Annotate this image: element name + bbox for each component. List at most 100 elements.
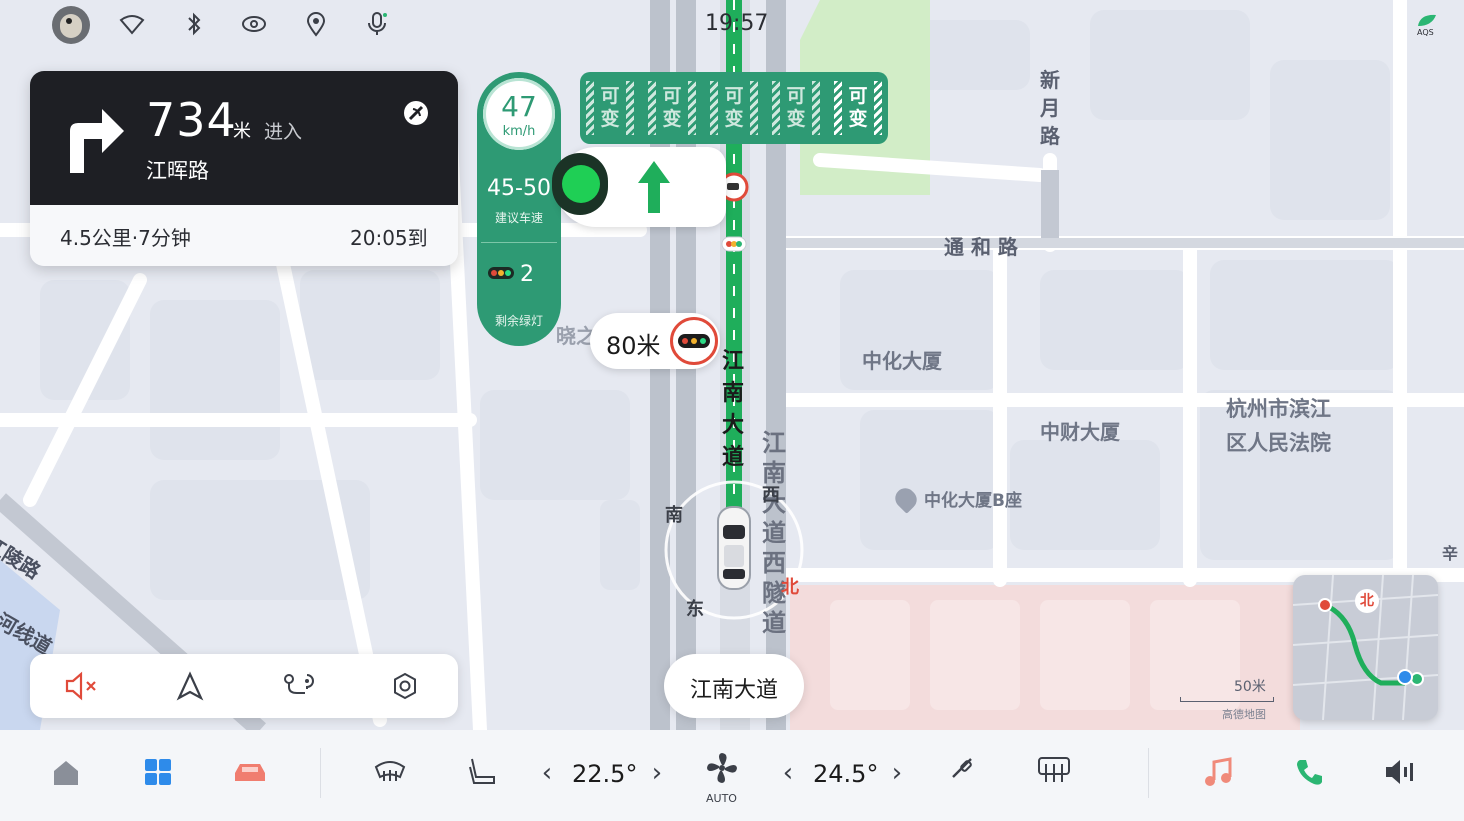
navigation-card[interactable]: 734 米 进入 江晖路 4.5公里·7分钟 20:05到 (30, 71, 458, 266)
front-defrost-icon (374, 761, 406, 781)
traffic-light-green-icon (552, 153, 608, 215)
turn-action: 进入 (264, 121, 303, 143)
map-scale-label: 50米 (1234, 679, 1266, 695)
navigation-arrow-icon (176, 671, 204, 701)
lane-3: 可变 (710, 81, 758, 135)
lane-2: 可变 (648, 81, 696, 135)
seat-heat-icon (469, 758, 495, 784)
lane-3-label: 可变 (724, 85, 744, 130)
next-road-name: 江晖路 (146, 159, 209, 183)
map-settings-button[interactable] (375, 654, 435, 718)
suggested-speed-label: 建议车速 (494, 211, 543, 225)
car-icon (717, 506, 751, 590)
chevron-left-icon: ‹ (782, 758, 794, 788)
car-marker (716, 505, 752, 591)
poi-zhonghua-b-label: 中化大厦B座 (924, 491, 1022, 511)
chevron-right-icon: › (651, 758, 663, 788)
map-attribution: 高德地图 (1222, 708, 1266, 721)
lane-5: 可变 (834, 81, 882, 135)
arrival-time: 20:05到 (350, 226, 428, 250)
lights-remaining-label: 剩余绿灯 (494, 314, 543, 328)
lane-2-label: 可变 (662, 85, 682, 130)
building-pin-icon (891, 483, 921, 514)
apps-icon (145, 759, 171, 785)
rear-defrost-button[interactable] (1032, 748, 1076, 792)
navigation-card-footer: 4.5公里·7分钟 20:05到 (30, 205, 458, 266)
wiper-icon (952, 758, 972, 778)
phone-button[interactable] (1290, 752, 1330, 792)
compass-east: 东 (686, 599, 704, 620)
navigation-screen: 通 和 路 新月路 江南大道 江南大道西隧道 江陵路 河线道 晓之 辛 中化大厦… (0, 0, 1464, 821)
hotspot-icon[interactable] (240, 10, 268, 38)
fan-button[interactable] (702, 748, 742, 788)
compass-south: 南 (665, 505, 683, 526)
volume-button[interactable] (1380, 752, 1420, 792)
lights-remaining: 2 (520, 262, 534, 287)
distance-value: 734 (146, 93, 237, 147)
current-speed-badge: 47 km/h (483, 78, 555, 150)
lane-1-label: 可变 (600, 85, 620, 130)
front-defrost-button[interactable] (368, 748, 412, 798)
music-button[interactable] (1198, 752, 1238, 792)
phone-icon (1297, 760, 1322, 785)
microphone-icon[interactable] (363, 10, 391, 38)
route-button[interactable] (268, 654, 328, 718)
gps-signal-icon[interactable] (400, 97, 432, 129)
turn-right-icon (60, 101, 130, 175)
minimap-north-badge: 北 (1355, 589, 1379, 613)
road-label-tonghe: 通 和 路 (944, 235, 1018, 259)
poi-zhongcai[interactable]: 中财大厦 (1040, 416, 1120, 445)
bottom-dock: ‹ 22.5° › AUTO ‹ 24.5° › (0, 730, 1464, 821)
road-label-xin: 辛 (1442, 544, 1459, 563)
current-road-name: 江南大道 (689, 678, 778, 703)
poi-court[interactable]: 杭州市滨江区人民法院 (1226, 392, 1346, 460)
lane-1: 可变 (586, 81, 634, 135)
wifi-icon[interactable] (118, 10, 146, 38)
mute-button[interactable] (52, 654, 112, 718)
bluetooth-icon[interactable] (180, 10, 208, 38)
road-label-jiangnan-main: 江南大道 (722, 349, 745, 470)
navigation-card-header: 734 米 进入 江晖路 (30, 71, 458, 205)
suggested-speed-range: 45-50 (487, 176, 551, 201)
location-icon[interactable] (302, 10, 330, 38)
aqs-label: AQS (1417, 28, 1434, 37)
left-temp-down-button[interactable]: ‹ (536, 758, 558, 788)
music-icon (1205, 757, 1232, 786)
lane-guidance-bar: 可变 可变 可变 可变 可变 (580, 72, 888, 144)
current-speed: 47 (501, 90, 537, 123)
speed-unit: km/h (502, 124, 536, 139)
left-temp-up-button[interactable]: › (646, 758, 668, 788)
home-icon (54, 761, 78, 785)
home-button[interactable] (46, 752, 86, 792)
dock-divider (1148, 748, 1149, 798)
right-temperature: 24.5° (813, 760, 879, 788)
map-scale-bar (1180, 697, 1274, 702)
mute-icon (65, 671, 96, 701)
wiper-button[interactable] (942, 748, 982, 788)
trip-summary: 4.5公里·7分钟 (60, 226, 191, 250)
aqs-indicator[interactable]: AQS (1414, 12, 1440, 38)
poi-zhonghua[interactable]: 中化大厦 (862, 345, 942, 374)
navigation-view-button[interactable] (160, 654, 220, 718)
straight-arrow-icon (636, 159, 672, 215)
vehicle-button[interactable] (228, 752, 272, 792)
volume-icon (1386, 760, 1413, 784)
apps-button[interactable] (138, 752, 178, 792)
poi-zhonghua-b[interactable]: 中化大厦B座 (891, 483, 1022, 514)
settings-icon (394, 672, 416, 700)
status-time: 19:57 (705, 11, 769, 36)
signal-distance-bubble: 80米 (590, 313, 720, 369)
chevron-right-icon: › (891, 758, 903, 788)
road-label-jiangnan-west-tunnel: 江南大道西隧道 (762, 429, 786, 637)
current-road-chip[interactable]: 江南大道 (664, 654, 804, 718)
fan-icon (707, 753, 737, 783)
seat-heat-button[interactable] (460, 748, 504, 798)
left-temperature: 22.5° (572, 760, 638, 788)
rear-defrost-icon (1038, 757, 1070, 782)
traffic-light-icon (670, 317, 718, 365)
fan-mode: AUTO (706, 792, 737, 805)
avatar[interactable] (52, 6, 90, 44)
right-temp-down-button[interactable]: ‹ (777, 758, 799, 788)
right-temp-up-button[interactable]: › (886, 758, 908, 788)
overview-minimap[interactable]: 北 (1293, 575, 1438, 720)
